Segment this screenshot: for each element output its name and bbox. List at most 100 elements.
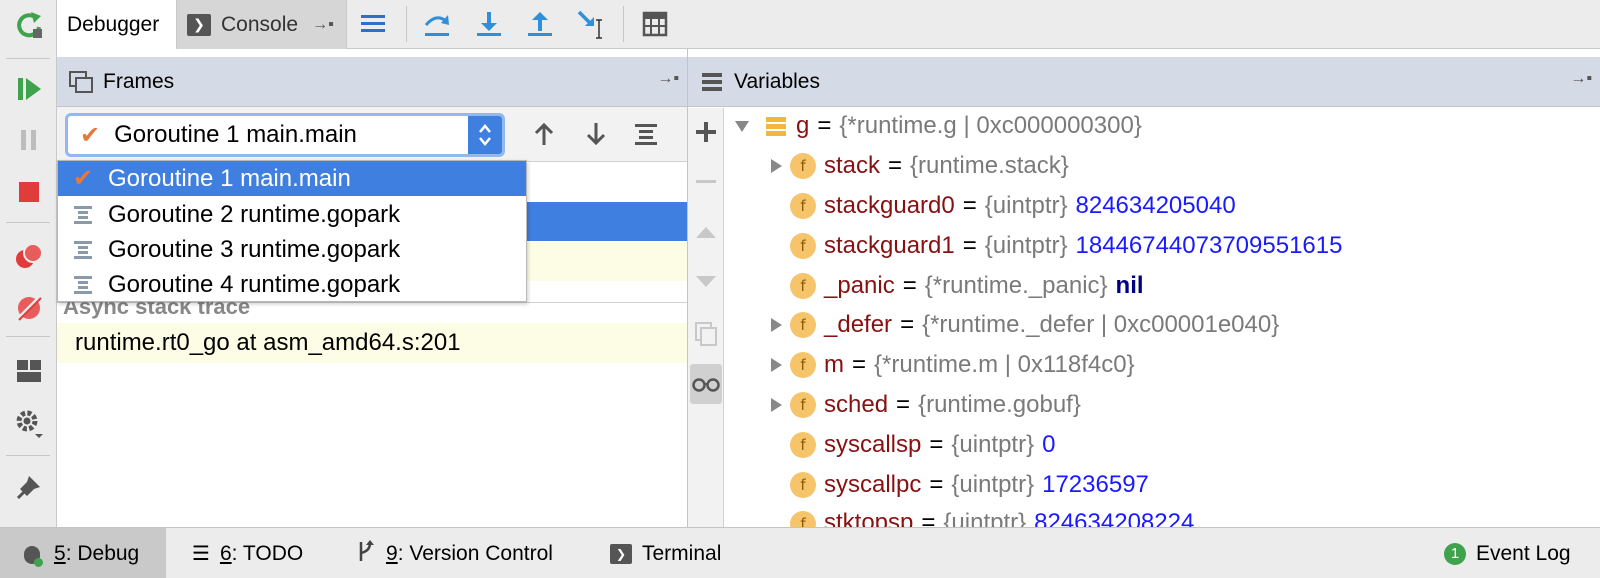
next-frame-icon[interactable]: [579, 117, 613, 151]
variable-value: 824634208224: [1034, 509, 1195, 529]
run-to-cursor-icon[interactable]: [573, 6, 609, 42]
pause-icon[interactable]: [10, 121, 48, 159]
todo-shortcut: 6: [219, 541, 232, 565]
add-watch-icon[interactable]: [688, 112, 724, 152]
frames-title: Frames: [103, 69, 175, 93]
variable-row-root[interactable]: g = {*runtime.g | 0xc000000300}: [728, 107, 1142, 145]
goroutine-option-1[interactable]: ✔ Goroutine 1 main.main: [58, 161, 526, 196]
field-icon: f: [790, 472, 816, 498]
variable-row[interactable]: f _defer = {*runtime._defer | 0xc00001e0…: [762, 306, 1279, 344]
pin-icon[interactable]: [10, 468, 48, 506]
variable-row[interactable]: f syscallsp = {uintptr} 0: [762, 426, 1055, 464]
equals-sign: =: [962, 192, 977, 219]
expanded-chevron-icon[interactable]: [728, 119, 756, 133]
collapsed-chevron-icon[interactable]: [762, 397, 790, 413]
tab-console-label: Console: [221, 12, 299, 36]
variables-header: Variables →▪: [688, 57, 1600, 107]
step-over-icon[interactable]: [419, 6, 455, 42]
mute-breakpoints-icon[interactable]: [10, 289, 48, 327]
field-icon: f: [790, 193, 816, 219]
vcs-label: : Version Control: [397, 541, 553, 565]
tab-console[interactable]: ❯ Console →▪: [177, 0, 347, 49]
previous-frame-icon[interactable]: [527, 117, 561, 151]
variable-type: {uintptr}: [984, 192, 1068, 219]
stop-icon[interactable]: [10, 173, 48, 211]
status-debug-tool[interactable]: 5: Debug: [0, 528, 166, 578]
variable-type: {*runtime._defer | 0xc00001e040}: [922, 311, 1280, 338]
collapsed-chevron-icon[interactable]: [762, 357, 790, 373]
goroutine-option-4[interactable]: Goroutine 4 runtime.gopark: [58, 267, 526, 302]
variable-name: syscallsp: [824, 431, 922, 458]
remove-watch-icon[interactable]: [688, 162, 724, 202]
view-breakpoints-icon[interactable]: [10, 238, 48, 276]
equals-sign: =: [896, 391, 911, 418]
frames-hide-icon[interactable]: →▪: [657, 70, 679, 88]
check-icon: ✔: [72, 165, 94, 192]
settings-gear-icon[interactable]: [10, 404, 48, 442]
move-up-icon[interactable]: [688, 212, 724, 252]
variable-name: m: [824, 351, 844, 378]
variable-name: stackguard0: [824, 192, 955, 219]
variable-row[interactable]: f stackguard1 = {uintptr} 18446744073709…: [762, 227, 1342, 265]
show-execution-point-icon[interactable]: [355, 6, 391, 42]
async-frame-row[interactable]: runtime.rt0_go at asm_amd64.s:201: [57, 323, 687, 363]
async-frame-label: runtime.rt0_go at asm_amd64.s:201: [75, 329, 461, 356]
goroutine-select-value: Goroutine 1 main.main: [114, 121, 357, 148]
thread-icon: [58, 274, 108, 296]
debug-shortcut: 5: [54, 541, 66, 565]
goroutine-option-label: Goroutine 4 runtime.gopark: [108, 270, 401, 298]
copy-icon[interactable]: [688, 314, 724, 354]
move-down-icon[interactable]: [688, 262, 724, 302]
status-terminal-tool[interactable]: ❯ Terminal: [610, 528, 721, 578]
todo-label: : TODO: [231, 541, 304, 565]
step-out-icon[interactable]: [522, 6, 558, 42]
collapsed-chevron-icon[interactable]: [762, 158, 790, 174]
variables-hide-icon[interactable]: →▪: [1570, 70, 1592, 88]
field-icon: f: [790, 312, 816, 338]
console-icon: ❯: [187, 13, 211, 36]
list-icon: ☰: [192, 543, 210, 565]
goroutine-option-3[interactable]: Goroutine 3 runtime.gopark: [58, 232, 526, 267]
equals-sign: =: [852, 351, 867, 378]
rerun-icon[interactable]: [10, 6, 48, 44]
variable-row[interactable]: f syscallpc = {uintptr} 17236597: [762, 466, 1149, 504]
restore-layout-icon[interactable]: →▪: [312, 16, 334, 34]
field-icon: f: [790, 432, 816, 458]
layout-icon[interactable]: [10, 352, 48, 390]
goroutine-option-2[interactable]: Goroutine 2 runtime.gopark: [58, 197, 526, 232]
tab-debugger[interactable]: Debugger: [57, 0, 177, 49]
step-into-icon[interactable]: [471, 6, 507, 42]
goroutine-option-label: Goroutine 2 runtime.gopark: [108, 200, 401, 228]
tab-debugger-label: Debugger: [67, 12, 160, 36]
struct-icon: [766, 116, 786, 136]
goroutine-select[interactable]: ✔ Goroutine 1 main.main: [65, 113, 505, 157]
variable-name: g: [796, 112, 810, 139]
glasses-icon[interactable]: [690, 364, 722, 404]
equals-sign: =: [817, 112, 832, 139]
variable-row[interactable]: f stack = {runtime.stack}: [762, 147, 1069, 185]
status-vcs-tool[interactable]: 9: Version Control: [356, 528, 553, 578]
resume-icon[interactable]: [10, 70, 48, 108]
field-icon: f: [790, 233, 816, 259]
variable-row[interactable]: f _panic = {*runtime._panic} nil: [762, 267, 1144, 305]
variables-icon: [702, 72, 722, 91]
variable-row[interactable]: f sched = {runtime.gobuf}: [762, 386, 1081, 424]
variable-row[interactable]: f stackguard0 = {uintptr} 824634205040: [762, 187, 1236, 225]
variable-name: syscallpc: [824, 471, 922, 498]
variable-row[interactable]: f stktopsp = {uintptr} 824634208224: [762, 505, 1194, 529]
variable-row[interactable]: f m = {*runtime.m | 0x118f4c0}: [762, 346, 1135, 384]
status-bar: 5: Debug ☰ 6: TODO 9: Version Control ❯ …: [0, 527, 1600, 578]
equals-sign: =: [902, 272, 917, 299]
variable-type: {*runtime.g | 0xc000000300}: [839, 112, 1142, 139]
thread-icon: [58, 239, 108, 261]
collapsed-chevron-icon[interactable]: [762, 317, 790, 333]
bug-icon: [20, 542, 44, 567]
field-icon: f: [790, 273, 816, 299]
frames-list-icon[interactable]: [629, 117, 663, 151]
thread-icon: [58, 204, 108, 226]
variable-type: {runtime.gobuf}: [918, 391, 1081, 418]
status-todo-tool[interactable]: ☰ 6: TODO: [192, 528, 303, 578]
equals-sign: =: [929, 431, 944, 458]
status-event-log[interactable]: 1 Event Log: [1444, 528, 1571, 578]
evaluate-expression-icon[interactable]: [637, 6, 673, 42]
